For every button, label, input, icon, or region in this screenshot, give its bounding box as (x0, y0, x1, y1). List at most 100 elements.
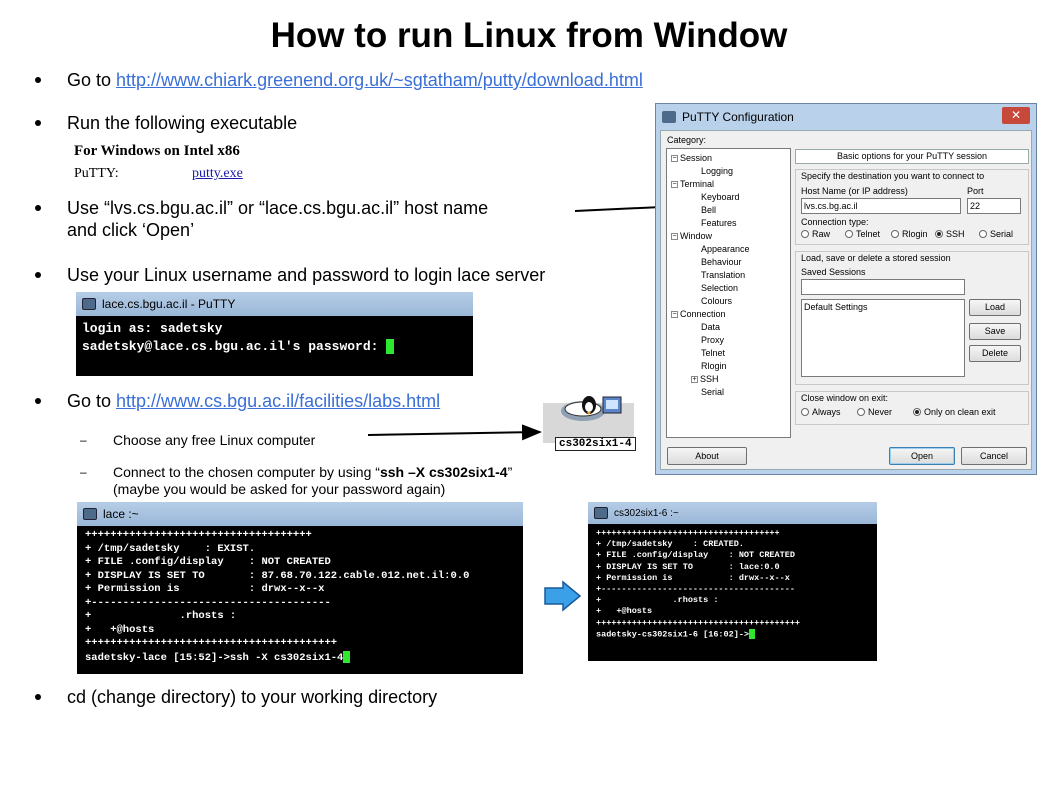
arrow-right-icon (544, 580, 582, 612)
radio-serial[interactable]: Serial (979, 229, 1013, 239)
tree-item-appearance[interactable]: Appearance (701, 244, 750, 254)
tree-item-keyboard[interactable]: Keyboard (701, 192, 740, 202)
putty-icon (594, 507, 608, 519)
bullet-text-line1: Use “lvs.cs.bgu.ac.il” or “lace.cs.bgu.a… (67, 198, 489, 218)
session-default-settings[interactable]: Default Settings (804, 302, 868, 312)
saved-sessions-label: Saved Sessions (801, 267, 866, 277)
bullet-text: Go to (67, 391, 117, 411)
remote-terminal-window: cs302six1-6 :~ +++++++++++++++++++++++++… (588, 502, 877, 661)
bullet-change-directory: cd (change directory) to your working di… (35, 686, 438, 708)
radio-always[interactable]: Always (801, 407, 841, 417)
destination-label: Specify the destination you want to conn… (801, 171, 985, 181)
terminal-output: ++++++++++++++++++++++++++++++++++++ + /… (596, 528, 801, 640)
bullet-download-link: Go to http://www.chiark.greenend.org.uk/… (35, 69, 643, 91)
save-button[interactable]: Save (969, 323, 1021, 340)
download-label: PuTTY: (74, 166, 119, 181)
terminal-title: lace.cs.bgu.ac.il - PuTTY (102, 297, 236, 311)
tree-item-data[interactable]: Data (701, 322, 720, 332)
radio-rlogin[interactable]: Rlogin (891, 229, 928, 239)
putty-icon (83, 508, 97, 520)
bullet-text: Use your Linux username and password to … (67, 265, 546, 285)
radio-raw[interactable]: Raw (801, 229, 830, 239)
subbullet-text: Choose any free Linux computer (113, 432, 316, 448)
tree-item-session[interactable]: − Session (671, 153, 712, 163)
host-name-label: Host Name (or IP address) (801, 186, 908, 196)
load-button[interactable]: Load (969, 299, 1021, 316)
tree-item-terminal[interactable]: − Terminal (671, 179, 714, 189)
close-on-exit-label: Close window on exit: (801, 393, 889, 403)
subbullet-connect: – Connect to the chosen computer by usin… (80, 464, 513, 497)
port-label: Port (967, 186, 984, 196)
bullet-dot (35, 398, 41, 404)
terminal-titlebar: lace :~ (77, 502, 523, 526)
terminal-output: login as: sadetsky sadetsky@lace.cs.bgu.… (76, 316, 473, 360)
tree-item-telnet[interactable]: Telnet (701, 348, 725, 358)
tree-item-ssh[interactable]: + SSH (691, 374, 719, 384)
sessions-list[interactable]: Default Settings (801, 299, 965, 377)
terminal-cursor (386, 339, 395, 355)
dialog-titlebar: PuTTY Configuration (656, 104, 1036, 130)
radio-never[interactable]: Never (857, 407, 892, 417)
tree-item-bell[interactable]: Bell (701, 205, 716, 215)
terminal-titlebar: cs302six1-6 :~ (588, 502, 877, 524)
bullet-dot (35, 694, 41, 700)
tree-item-proxy[interactable]: Proxy (701, 335, 724, 345)
saved-sessions-input[interactable] (801, 279, 965, 295)
terminal-output: ++++++++++++++++++++++++++++++++++++ + /… (85, 529, 470, 664)
login-terminal-window: lace.cs.bgu.ac.il - PuTTY login as: sade… (76, 292, 473, 376)
labs-link[interactable]: http://www.cs.bgu.ac.il/facilities/labs.… (116, 391, 440, 411)
subbullet-text: Connect to the chosen computer by using … (113, 464, 380, 480)
close-icon[interactable]: ✕ (1002, 107, 1030, 124)
subbullet-dash: – (80, 433, 87, 447)
download-heading: For Windows on Intel x86 (74, 143, 240, 159)
category-tree: − Session Logging − Terminal Keyboard Bell… (666, 148, 791, 438)
bullet-dot (35, 120, 41, 126)
putty-exe-link[interactable]: putty.exe (192, 166, 243, 182)
subbullet-choose-computer: – Choose any free Linux computer (80, 432, 316, 449)
tree-item-selection[interactable]: Selection (701, 283, 738, 293)
sessions-group-label: Load, save or delete a stored session (801, 253, 951, 263)
host-name-input[interactable]: lvs.cs.bg.ac.il (801, 198, 961, 214)
lace-terminal-window: lace :~ ++++++++++++++++++++++++++++++++… (77, 502, 523, 674)
tree-item-logging[interactable]: Logging (701, 166, 733, 176)
cancel-button[interactable]: Cancel (961, 447, 1027, 465)
putty-icon (82, 298, 96, 310)
lab-computer-label: cs302six1-4 (555, 437, 636, 451)
tree-item-connection[interactable]: − Connection (671, 309, 726, 319)
dialog-title: PuTTY Configuration (682, 110, 794, 124)
putty-icon (662, 111, 676, 123)
section-heading: Basic options for your PuTTY session (795, 149, 1029, 164)
terminal-titlebar: lace.cs.bgu.ac.il - PuTTY (76, 292, 473, 316)
download-row: PuTTY: putty.exe (74, 166, 254, 182)
bullet-dot (35, 272, 41, 278)
bullet-text-line2: and click ‘Open’ (67, 220, 195, 240)
subbullet-dash: – (80, 465, 87, 479)
putty-download-link[interactable]: http://www.chiark.greenend.org.uk/~sgtat… (116, 70, 643, 90)
about-button[interactable]: About (667, 447, 747, 465)
tree-item-window[interactable]: − Window (671, 231, 712, 241)
radio-telnet[interactable]: Telnet (845, 229, 880, 239)
bullet-text: Go to (67, 70, 117, 90)
tree-item-rlogin[interactable]: Rlogin (701, 361, 727, 371)
bullet-host-name: Use “lvs.cs.bgu.ac.il” or “lace.cs.bgu.a… (35, 197, 489, 241)
port-input[interactable]: 22 (967, 198, 1021, 214)
terminal-cursor (343, 650, 351, 663)
tree-item-translation[interactable]: Translation (701, 270, 745, 280)
bullet-dot (35, 77, 41, 83)
tree-item-features[interactable]: Features (701, 218, 737, 228)
terminal-title: cs302six1-6 :~ (614, 507, 679, 519)
tree-item-behaviour[interactable]: Behaviour (701, 257, 742, 267)
radio-only-clean-exit[interactable]: Only on clean exit (913, 407, 996, 417)
tree-item-serial[interactable]: Serial (701, 387, 724, 397)
arrow-to-lab-icon (367, 424, 542, 441)
open-button[interactable]: Open (889, 447, 955, 465)
bullet-text: cd (change directory) to your working di… (67, 687, 438, 707)
terminal-title: lace :~ (103, 507, 139, 521)
delete-button[interactable]: Delete (969, 345, 1021, 362)
bullet-login: Use your Linux username and password to … (35, 264, 546, 286)
bullet-text: Run the following executable (67, 113, 298, 133)
putty-download-snippet: For Windows on Intel x86 PuTTY: putty.ex… (74, 143, 254, 182)
radio-ssh[interactable]: SSH (935, 229, 965, 239)
tree-item-colours[interactable]: Colours (701, 296, 732, 306)
ssh-command: ssh –X cs302six1-4 (379, 464, 508, 480)
